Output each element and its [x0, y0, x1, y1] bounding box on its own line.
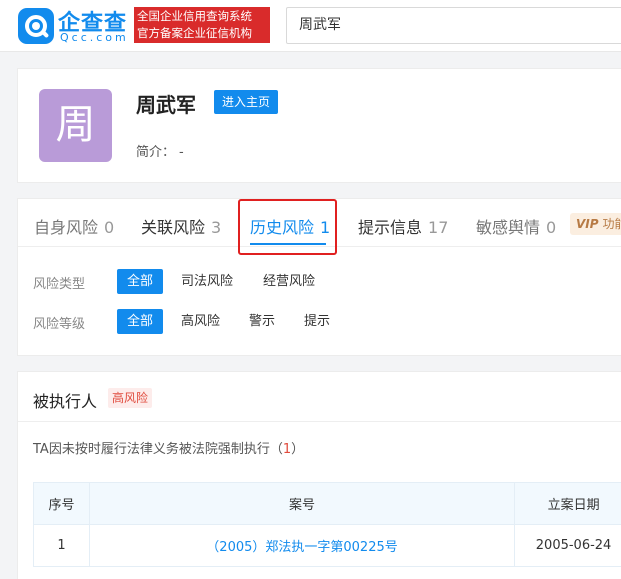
- subtitle-count: 1: [282, 442, 292, 457]
- risk-level-high-chip[interactable]: 高风险: [175, 309, 226, 334]
- tab-sensitive-news[interactable]: 敏感舆情 0: [476, 214, 556, 238]
- avatar: 周: [39, 89, 112, 162]
- col-header-index: 序号: [33, 482, 90, 525]
- tab-count: 17: [428, 218, 449, 237]
- top-header: 企查查 Qcc.com 全国企业信用查询系统 官方备案企业征信机构 周武军: [0, 0, 621, 52]
- slogan-line-1: 全国企业信用查询系统: [137, 9, 252, 23]
- intro-value: -: [179, 145, 184, 160]
- intro: 简介： -: [136, 141, 184, 160]
- tab-label: 自身风险: [34, 218, 99, 237]
- vip-feature-badge[interactable]: VIP 功能: [570, 213, 621, 235]
- tab-count: 0: [546, 218, 557, 237]
- table-header-row: 序号 案号 立案日期: [33, 482, 621, 525]
- tab-label: 敏感舆情: [476, 218, 541, 237]
- col-header-filing-date: 立案日期: [514, 482, 621, 525]
- tab-count: 0: [104, 218, 115, 237]
- risk-type-label: 风险类型: [33, 277, 86, 292]
- risk-type-judicial-chip[interactable]: 司法风险: [175, 269, 239, 294]
- risk-type-all-chip[interactable]: 全部: [117, 269, 164, 294]
- col-header-case-no: 案号: [88, 482, 516, 525]
- qcc-logo-icon[interactable]: [18, 8, 54, 44]
- row-index: 1: [33, 524, 90, 567]
- subtitle-text: TA因未按时履行法律义务被法院强制执行: [33, 442, 270, 457]
- risk-level-label: 风险等级: [33, 317, 86, 332]
- tab-self-risk[interactable]: 自身风险 0: [34, 214, 114, 238]
- tab-count: 3: [211, 218, 222, 237]
- section-divider: [18, 421, 621, 422]
- filing-date: 2005-06-24: [514, 524, 621, 567]
- section-subtitle: TA因未按时履行法律义务被法院强制执行（1）: [33, 442, 305, 457]
- tab-label: 关联风险: [141, 218, 206, 237]
- high-risk-badge: 高风险: [108, 388, 153, 408]
- slogan-banner: 全国企业信用查询系统 官方备案企业征信机构: [134, 7, 270, 43]
- risk-type-operation-chip[interactable]: 经营风险: [257, 269, 321, 294]
- risk-level-filter: 风险等级 全部 高风险 警示 提示: [18, 309, 621, 335]
- search-input[interactable]: 周武军: [286, 7, 621, 44]
- slogan-line-2: 官方备案企业征信机构: [137, 26, 252, 40]
- executed-table: 序号 案号 立案日期 1 （2005）郑法执一字第00225号 2005-06-…: [33, 482, 621, 567]
- tab-notice-info[interactable]: 提示信息 17: [358, 214, 448, 238]
- logo-domain: Qcc.com: [60, 31, 129, 44]
- person-name: 周武军: [136, 93, 196, 117]
- vip-icon: VIP: [576, 217, 599, 231]
- executed-person-card: 被执行人 高风险 TA因未按时履行法律义务被法院强制执行（1） 序号 案号 立案…: [17, 371, 621, 579]
- risk-level-warning-chip[interactable]: 警示: [243, 309, 281, 334]
- risk-card: 自身风险 0 关联风险 3 历史风险 1 提示信息 17 敏感舆情 0 VIP 功能 风险类…: [17, 198, 621, 356]
- case-number-link[interactable]: （2005）郑法执一字第00225号: [88, 524, 516, 567]
- intro-label: 简介：: [136, 145, 176, 160]
- vip-text: 功能: [602, 217, 621, 231]
- risk-type-filter: 风险类型 全部 司法风险 经营风险: [18, 269, 621, 295]
- section-title: 被执行人: [33, 392, 98, 411]
- table-row: 1 （2005）郑法执一字第00225号 2005-06-24: [33, 524, 621, 567]
- risk-level-all-chip[interactable]: 全部: [117, 309, 164, 334]
- risk-level-hint-chip[interactable]: 提示: [298, 309, 336, 334]
- profile-card: 周 周武军 进入主页 简介： -: [17, 68, 621, 183]
- history-tab-highlight-box: [238, 199, 337, 255]
- tab-related-risk[interactable]: 关联风险 3: [141, 214, 221, 238]
- tab-label: 提示信息: [358, 218, 423, 237]
- enter-homepage-button[interactable]: 进入主页: [214, 90, 279, 114]
